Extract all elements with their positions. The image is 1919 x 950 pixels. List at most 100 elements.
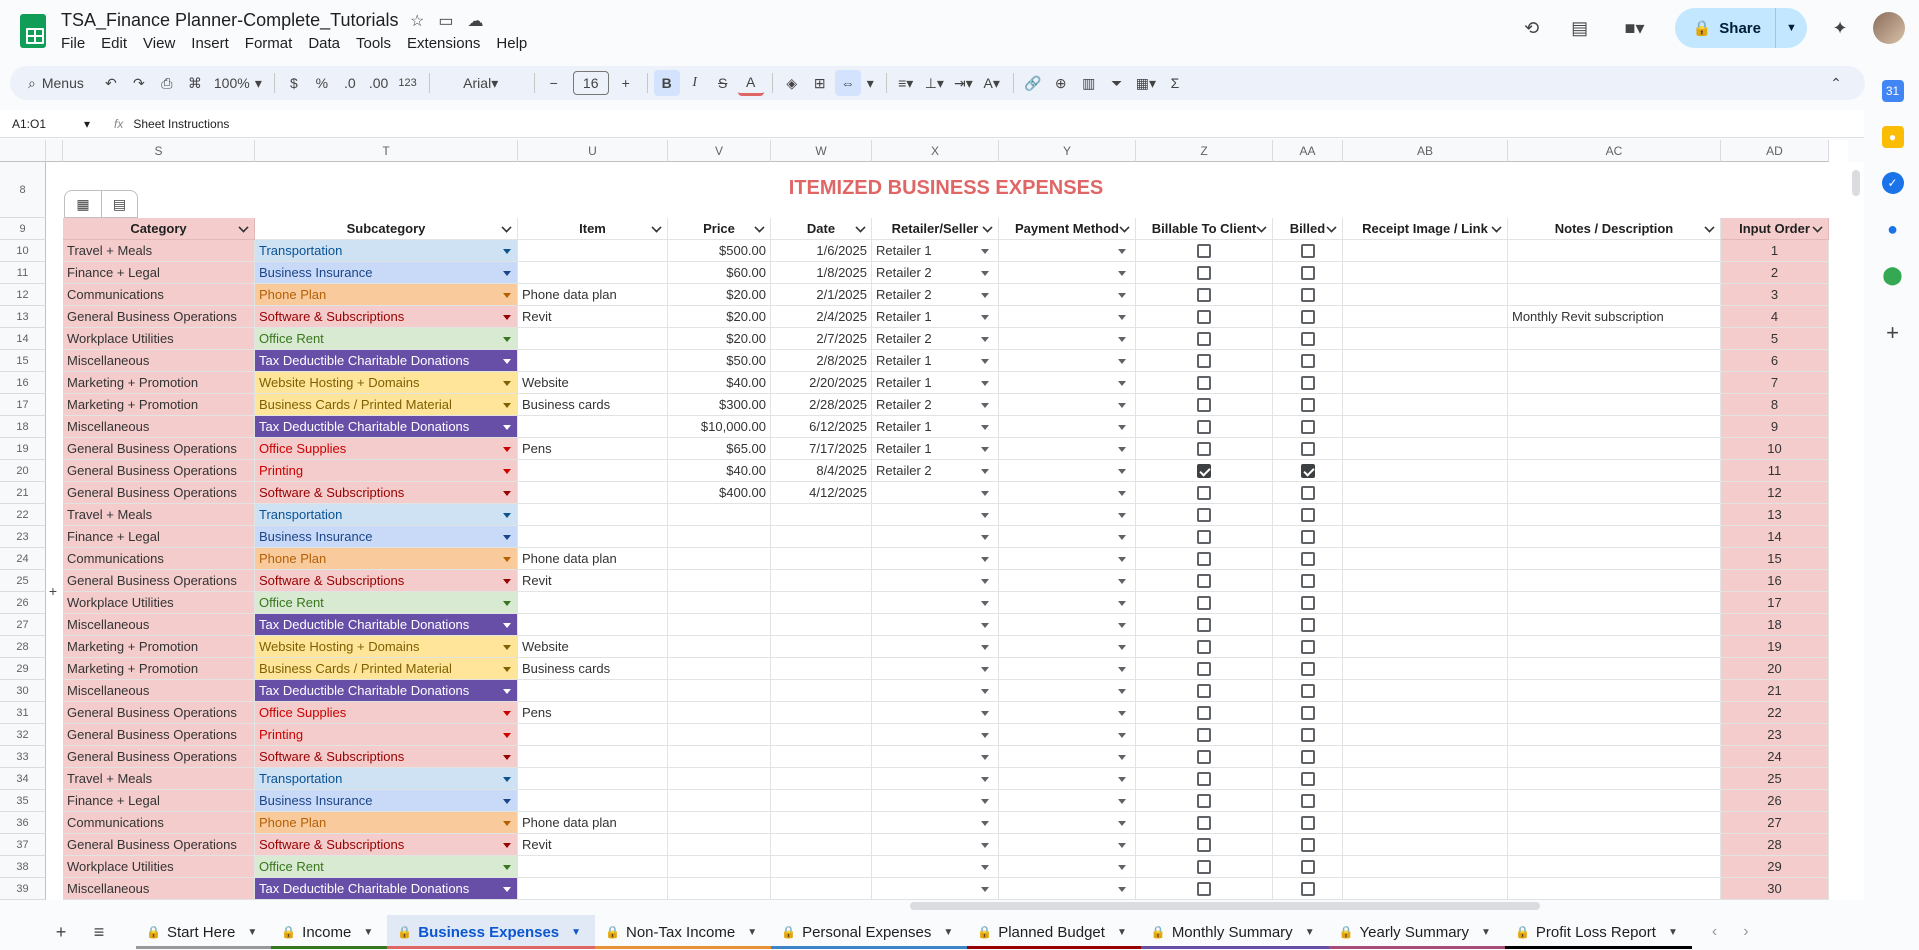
billable-checkbox[interactable] (1197, 771, 1211, 786)
dropdown-arrow-icon[interactable] (1118, 249, 1126, 254)
notes-cell[interactable] (1508, 570, 1721, 592)
row-header[interactable]: 32 (0, 724, 46, 746)
dropdown-arrow-icon[interactable] (981, 755, 989, 760)
billable-checkbox[interactable] (1197, 837, 1211, 852)
receipt-link-cell[interactable] (1343, 306, 1508, 328)
paint-format-icon[interactable]: ⌘ (182, 70, 208, 96)
row-header[interactable]: 35 (0, 790, 46, 812)
billed-cell[interactable] (1273, 240, 1343, 262)
chevron-down-icon[interactable]: ▼ (1481, 927, 1491, 938)
dropdown-arrow-icon[interactable] (1118, 887, 1126, 892)
dropdown-arrow-icon[interactable] (503, 799, 511, 804)
billable-checkbox[interactable] (1197, 397, 1211, 412)
subcategory-dropdown[interactable]: Printing (255, 460, 518, 482)
payment-method-dropdown[interactable] (999, 592, 1136, 614)
date-cell[interactable] (771, 504, 872, 526)
billable-cell[interactable] (1136, 504, 1273, 526)
menu-edit[interactable]: Edit (101, 35, 134, 52)
billed-checkbox[interactable] (1300, 881, 1315, 896)
sheet-tab-non-tax-income[interactable]: 🔒 Non-Tax Income ▼ (595, 915, 772, 949)
menu-format[interactable]: Format (245, 35, 300, 52)
payment-method-dropdown[interactable] (999, 834, 1136, 856)
billed-cell[interactable] (1273, 746, 1343, 768)
price-cell[interactable] (668, 746, 771, 768)
dropdown-arrow-icon[interactable] (503, 887, 511, 892)
dropdown-arrow-icon[interactable] (503, 315, 511, 320)
notes-cell[interactable] (1508, 240, 1721, 262)
item-cell[interactable] (518, 240, 668, 262)
billed-checkbox[interactable] (1300, 551, 1315, 566)
receipt-link-cell[interactable] (1343, 350, 1508, 372)
table-header-retailer-seller[interactable]: Retailer/Seller (872, 218, 999, 240)
retailer-dropdown[interactable] (872, 746, 999, 768)
notes-cell[interactable] (1508, 878, 1721, 900)
billed-checkbox[interactable] (1300, 815, 1315, 830)
row-header[interactable]: 30 (0, 680, 46, 702)
price-cell[interactable]: $500.00 (668, 240, 771, 262)
insert-chart-icon[interactable]: ▥ (1076, 70, 1102, 96)
retailer-dropdown[interactable]: Retailer 1 (872, 240, 999, 262)
receipt-link-cell[interactable] (1343, 878, 1508, 900)
billed-checkbox[interactable] (1300, 265, 1315, 280)
billable-cell[interactable] (1136, 328, 1273, 350)
item-cell[interactable]: Business cards (518, 394, 668, 416)
document-title[interactable]: TSA_Finance Planner-Complete_Tutorials (61, 10, 399, 31)
notes-cell[interactable] (1508, 614, 1721, 636)
dropdown-arrow-icon[interactable] (981, 293, 989, 298)
date-cell[interactable]: 2/20/2025 (771, 372, 872, 394)
row-header[interactable]: 31 (0, 702, 46, 724)
sheet-tab-income[interactable]: 🔒 Income ▼ (271, 915, 388, 949)
billable-checkbox[interactable] (1197, 595, 1211, 610)
text-rotation-icon[interactable]: A▾ (979, 70, 1005, 96)
price-cell[interactable]: $65.00 (668, 438, 771, 460)
price-cell[interactable]: $40.00 (668, 460, 771, 482)
retailer-dropdown[interactable] (872, 526, 999, 548)
billed-checkbox[interactable] (1300, 793, 1315, 808)
item-cell[interactable] (518, 592, 668, 614)
dropdown-arrow-icon[interactable] (1118, 865, 1126, 870)
date-cell[interactable]: 4/12/2025 (771, 482, 872, 504)
column-header-z[interactable]: Z (1136, 140, 1273, 162)
filter-chevron-icon[interactable] (1256, 222, 1267, 233)
contacts-icon[interactable]: ● (1882, 218, 1904, 240)
price-cell[interactable] (668, 636, 771, 658)
billed-cell[interactable] (1273, 526, 1343, 548)
billable-checkbox[interactable] (1197, 639, 1211, 654)
payment-method-dropdown[interactable] (999, 680, 1136, 702)
category-cell[interactable]: Miscellaneous (63, 350, 255, 372)
notes-cell[interactable] (1508, 482, 1721, 504)
dropdown-arrow-icon[interactable] (503, 293, 511, 298)
item-cell[interactable]: Website (518, 636, 668, 658)
dropdown-arrow-icon[interactable] (503, 821, 511, 826)
date-cell[interactable] (771, 812, 872, 834)
menu-help[interactable]: Help (496, 35, 534, 52)
billed-checkbox[interactable] (1300, 353, 1315, 368)
payment-method-dropdown[interactable] (999, 394, 1136, 416)
dropdown-arrow-icon[interactable] (503, 667, 511, 672)
vertical-align-icon[interactable]: ⊥▾ (921, 70, 948, 96)
filter-chevron-icon[interactable] (1491, 222, 1502, 233)
price-cell[interactable]: $50.00 (668, 350, 771, 372)
row-header[interactable]: 29 (0, 658, 46, 680)
dropdown-arrow-icon[interactable] (1118, 777, 1126, 782)
dropdown-arrow-icon[interactable] (503, 491, 511, 496)
billable-cell[interactable] (1136, 878, 1273, 900)
date-cell[interactable] (771, 856, 872, 878)
billable-checkbox[interactable] (1197, 463, 1211, 478)
receipt-link-cell[interactable] (1343, 284, 1508, 306)
text-color-button[interactable]: A (737, 70, 764, 96)
dropdown-arrow-icon[interactable] (1118, 711, 1126, 716)
billable-cell[interactable] (1136, 570, 1273, 592)
billed-cell[interactable] (1273, 812, 1343, 834)
billed-cell[interactable] (1273, 262, 1343, 284)
payment-method-dropdown[interactable] (999, 328, 1136, 350)
billed-checkbox[interactable] (1300, 529, 1315, 544)
subcategory-dropdown[interactable]: Phone Plan (255, 548, 518, 570)
retailer-dropdown[interactable] (872, 680, 999, 702)
notes-cell[interactable] (1508, 394, 1721, 416)
notes-cell[interactable] (1508, 416, 1721, 438)
billable-checkbox[interactable] (1197, 441, 1211, 456)
dropdown-arrow-icon[interactable] (503, 843, 511, 848)
date-cell[interactable] (771, 790, 872, 812)
billable-cell[interactable] (1136, 614, 1273, 636)
